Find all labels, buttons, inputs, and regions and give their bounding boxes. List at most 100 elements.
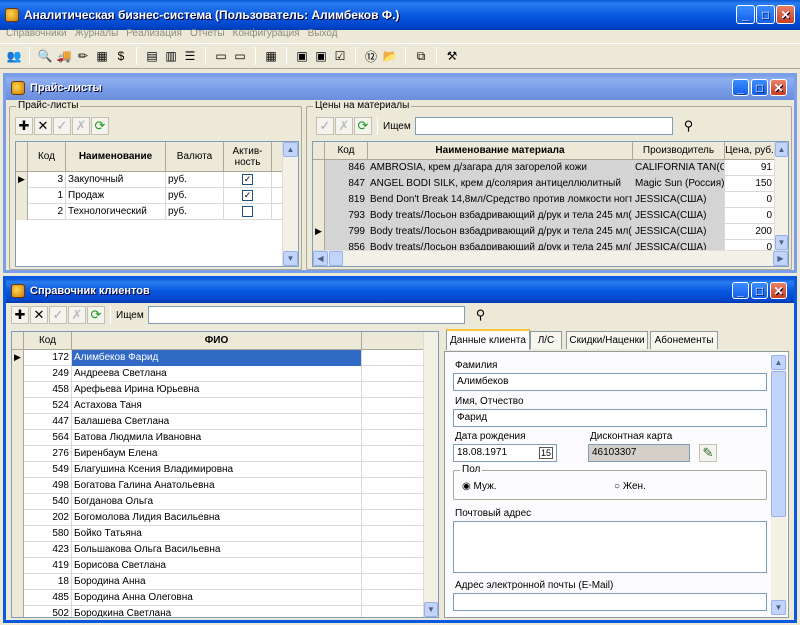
window-icon[interactable]: ▭ — [213, 48, 229, 64]
price-icon[interactable]: $ — [113, 48, 129, 64]
prices-search-input[interactable] — [414, 117, 673, 135]
check-doc-icon[interactable]: ☑ — [332, 48, 348, 64]
price-close-button[interactable]: ✕ — [770, 79, 787, 96]
list-icon[interactable]: ☰ — [182, 48, 198, 64]
col-code[interactable]: Код — [28, 142, 66, 171]
scroll-down-icon[interactable]: ▼ — [771, 600, 786, 615]
client-min-button[interactable]: _ — [732, 282, 749, 299]
active-checkbox[interactable]: ✓ — [242, 190, 253, 201]
table-row[interactable]: 447 Балашева Светлана — [12, 413, 438, 430]
price-max-button[interactable]: □ — [751, 79, 768, 96]
binoculars-icon[interactable]: ⚲ — [684, 118, 694, 134]
scroll-up-icon[interactable]: ▲ — [283, 142, 298, 157]
table-row[interactable]: ▶ 172 Алимбеков Фарид — [12, 349, 438, 366]
scroll-down-icon[interactable]: ▼ — [775, 235, 788, 250]
cancel-icon[interactable]: ✗ — [68, 306, 86, 324]
table-row[interactable]: 580 Бойко Татьяна — [12, 525, 438, 542]
binoculars-icon[interactable]: ⚲ — [476, 307, 486, 323]
scroll-thumb[interactable] — [771, 371, 786, 517]
active-checkbox[interactable]: ✓ — [242, 174, 253, 185]
table-row[interactable]: 793 Body treats/Лосьон взбадривающий д/р… — [313, 207, 788, 224]
table-row[interactable]: 202 Богомолова Лидия Васильевна — [12, 509, 438, 526]
table-row[interactable]: 18 Бородина Анна — [12, 573, 438, 590]
copy-icon[interactable]: ⧉ — [413, 48, 429, 64]
name-field[interactable]: Фарид — [453, 409, 767, 427]
scroll-up-icon[interactable]: ▲ — [771, 355, 786, 370]
menu-item-4[interactable]: Конфигурация — [233, 28, 300, 39]
tab-client-data[interactable]: Данные клиента — [446, 329, 530, 350]
calc-icon[interactable]: ▦ — [94, 48, 110, 64]
table-row[interactable]: 423 Большакова Ольга Васильевна — [12, 541, 438, 558]
table-row[interactable]: 540 Богданова Ольга — [12, 493, 438, 510]
cancel-icon[interactable]: ✗ — [335, 117, 353, 135]
num-icon[interactable]: ⑫ — [363, 48, 379, 64]
table-row[interactable]: 847 ANGEL BODI SILK, крем д/солярия анти… — [313, 175, 788, 192]
table-row[interactable]: 458 Арефьева Ирина Юрьевна — [12, 381, 438, 398]
col-code[interactable]: Код — [325, 142, 368, 159]
confirm-icon[interactable]: ✓ — [49, 306, 67, 324]
cell-price[interactable]: 91 — [725, 159, 775, 176]
col-material[interactable]: Наименование материала — [368, 142, 633, 159]
scroll-up-icon[interactable]: ▲ — [775, 142, 788, 157]
lastname-field[interactable]: Алимбеков — [453, 373, 767, 391]
cell-active[interactable]: ✓ — [224, 171, 272, 188]
table-row[interactable]: 1 Продаж руб. ✓ — [16, 187, 298, 204]
close-button[interactable]: ✕ — [776, 5, 795, 24]
table-row[interactable]: 524 Астахова Таня — [12, 397, 438, 414]
menu-item-1[interactable]: Журналы — [75, 28, 119, 39]
pricelists-scrollbar[interactable]: ▲ ▼ — [282, 142, 298, 266]
table-row[interactable]: 502 Бородкина Светлана — [12, 605, 438, 617]
table-row[interactable]: 549 Благушина Ксения Владимировна — [12, 461, 438, 478]
col-maker[interactable]: Производитель — [633, 142, 725, 159]
email-field[interactable] — [453, 593, 767, 611]
confirm-icon[interactable]: ✓ — [316, 117, 334, 135]
book-icon[interactable]: ▤ — [144, 48, 160, 64]
cell-price[interactable]: 0 — [725, 207, 775, 224]
refresh-icon[interactable]: ⟳ — [91, 117, 109, 135]
clients-search-input[interactable] — [147, 306, 465, 324]
scroll-down-icon[interactable]: ▼ — [283, 251, 298, 266]
refresh-icon[interactable]: ⟳ — [87, 306, 105, 324]
stack-icon[interactable]: ▥ — [163, 48, 179, 64]
col-name[interactable]: Наименование — [66, 142, 166, 171]
delete-icon[interactable]: ✕ — [30, 306, 48, 324]
col-active[interactable]: Актив-ность — [224, 142, 272, 171]
add-icon[interactable]: ✚ — [15, 117, 33, 135]
col-fio[interactable]: ФИО — [72, 332, 362, 349]
cell-active[interactable] — [224, 203, 272, 220]
cancel-icon[interactable]: ✗ — [72, 117, 90, 135]
calendar-icon[interactable]: ▦ — [263, 48, 279, 64]
table-row[interactable]: 276 Биренбаум Елена — [12, 445, 438, 462]
maximize-button[interactable]: □ — [756, 5, 775, 24]
active-checkbox[interactable] — [242, 206, 253, 217]
address-field[interactable] — [453, 521, 767, 573]
delete-icon[interactable]: ✕ — [34, 117, 52, 135]
cell-price[interactable]: 200 — [725, 223, 775, 240]
table-row[interactable]: 249 Андреева Светлана — [12, 365, 438, 382]
table-row[interactable]: ▶ 799 Body treats/Лосьон взбадривающий д… — [313, 223, 788, 240]
table-row[interactable]: 419 Борисова Светлана — [12, 557, 438, 574]
search-doc-icon[interactable]: 🔍 — [37, 48, 53, 64]
client-close-button[interactable]: ✕ — [770, 282, 787, 299]
birth-field[interactable]: 18.08.1971 15 — [453, 444, 557, 462]
prices-hscrollbar[interactable]: ◀ ▶ — [313, 250, 788, 266]
clients-icon[interactable]: 👥 — [6, 48, 22, 64]
pencil-icon[interactable]: ✏ — [75, 48, 91, 64]
tab-account[interactable]: Л/С — [530, 331, 562, 349]
table-row[interactable]: 498 Богатова Галина Анатольевна — [12, 477, 438, 494]
scroll-down-icon[interactable]: ▼ — [424, 602, 438, 617]
calendar-icon[interactable]: 15 — [538, 447, 553, 459]
table-row[interactable]: ▶ 3 Закупочный руб. ✓ — [16, 171, 298, 188]
tab-subscriptions[interactable]: Абонементы — [650, 331, 718, 349]
refresh-icon[interactable]: ⟳ — [354, 117, 372, 135]
scroll-thumb[interactable] — [329, 251, 343, 266]
col-price[interactable]: Цена, руб. — [725, 142, 775, 159]
male-radio[interactable]: ◉ Муж. — [462, 481, 497, 492]
menu-item-2[interactable]: Реализация — [126, 28, 182, 39]
table-row[interactable]: 564 Батова Людмила Ивановна — [12, 429, 438, 446]
open-icon[interactable]: 📂 — [382, 48, 398, 64]
price-min-button[interactable]: _ — [732, 79, 749, 96]
menu-item-3[interactable]: Отчеты — [190, 28, 225, 39]
cell-price[interactable]: 0 — [725, 191, 775, 208]
scroll-left-icon[interactable]: ◀ — [313, 251, 328, 266]
